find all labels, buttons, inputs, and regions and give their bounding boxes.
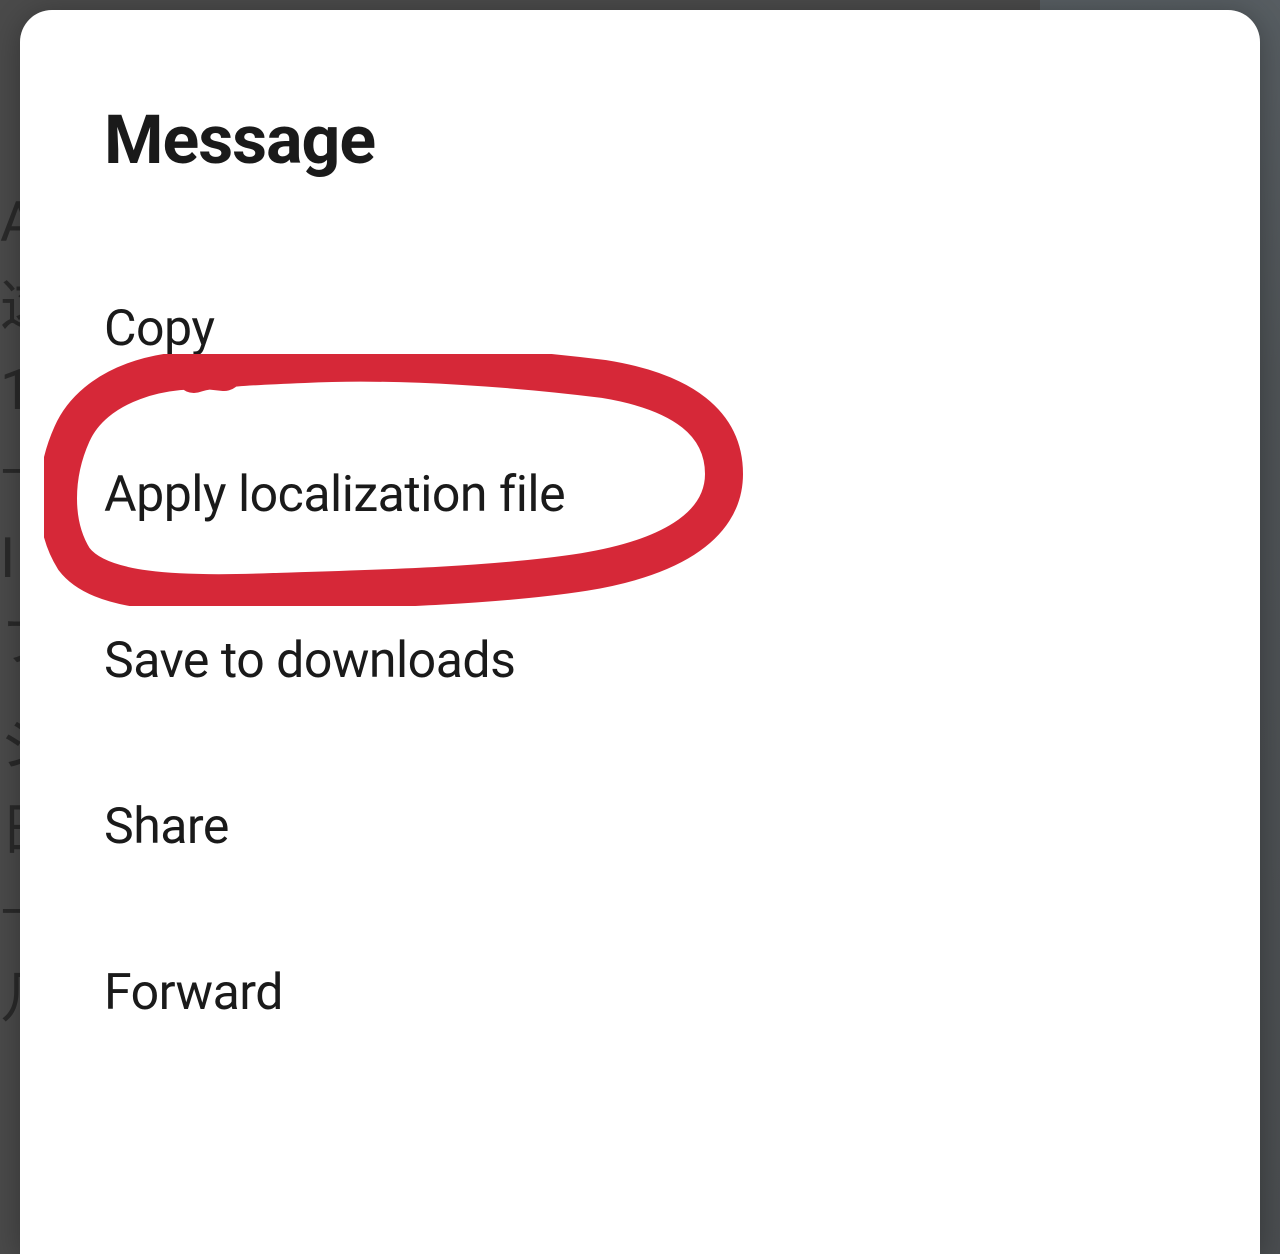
menu-item-copy[interactable]: Copy xyxy=(104,300,1176,358)
dialog-title: Message xyxy=(104,100,1176,180)
message-context-menu: Message Copy Apply localization file Sav… xyxy=(20,10,1260,1254)
menu-item-share[interactable]: Share xyxy=(104,798,1176,856)
menu-item-apply-localization[interactable]: Apply localization file xyxy=(104,466,1176,524)
menu-item-forward[interactable]: Forward xyxy=(104,964,1176,1022)
menu-item-save-downloads[interactable]: Save to downloads xyxy=(104,632,1176,690)
